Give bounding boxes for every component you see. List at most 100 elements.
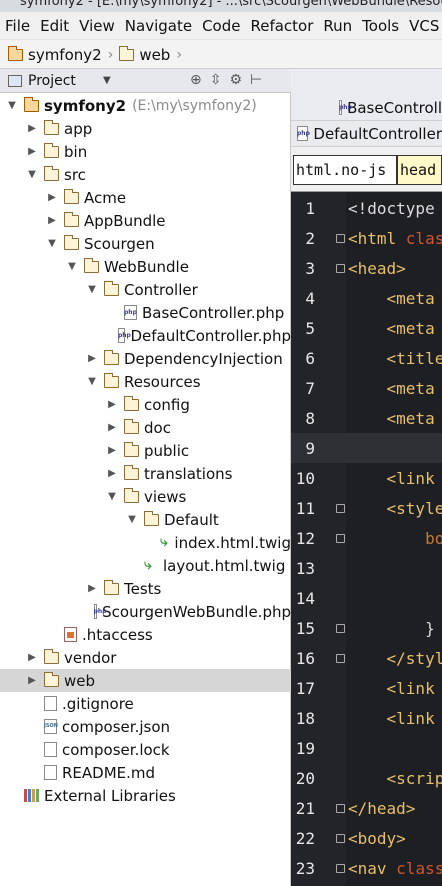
tree-item[interactable]: ▶ translations [0, 462, 291, 485]
tree-item[interactable]: ▶ Acme [0, 186, 291, 209]
breadcrumb-item-symfony2[interactable]: symfony2 › [7, 45, 113, 64]
code-line[interactable]: 19 [291, 733, 442, 763]
code-line[interactable]: 14 [291, 583, 442, 613]
fold-marker-icon[interactable] [336, 833, 345, 843]
tree-item[interactable]: composer.lock [0, 738, 291, 761]
collapse-arrow-icon[interactable]: ▶ [106, 399, 118, 410]
code-editor[interactable]: 1 <!doctype 2 <html clas 3 <head> 4 <meta 5 <me… [291, 192, 442, 886]
code-line[interactable]: 1 <!doctype [291, 193, 442, 223]
code-line[interactable]: 6 <title [291, 343, 442, 373]
tree-item[interactable]: ▶ DependencyInjection [0, 347, 291, 370]
collapse-arrow-icon[interactable]: ▶ [26, 675, 38, 686]
collapse-arrow-icon[interactable]: ▶ [106, 422, 118, 433]
code-line[interactable]: 7 <meta [291, 373, 442, 403]
menu-edit[interactable]: Edit [35, 17, 74, 35]
tree-item[interactable]: ⤷ layout.html.twig [0, 554, 291, 577]
collapse-arrow-icon[interactable]: ▶ [86, 583, 98, 594]
menu-run[interactable]: Run [318, 17, 357, 35]
expand-arrow-icon[interactable]: ▼ [66, 261, 78, 272]
menu-navigate[interactable]: Navigate [120, 17, 197, 35]
expand-arrow-icon[interactable]: ▼ [6, 100, 18, 111]
code-line[interactable]: 10 <link [291, 463, 442, 493]
tree-item[interactable]: ▶ vendor [0, 646, 291, 669]
tree-item[interactable]: composer.json [0, 715, 291, 738]
tree-item[interactable]: BaseController.php [0, 301, 291, 324]
collapse-arrow-icon[interactable]: ▶ [26, 146, 38, 157]
expand-arrow-icon[interactable]: ▼ [86, 376, 98, 387]
menu-code[interactable]: Code [197, 17, 245, 35]
collapse-arrow-icon[interactable]: ▶ [46, 215, 58, 226]
tree-item[interactable]: .htaccess [0, 623, 291, 646]
code-line[interactable]: 13 [291, 553, 442, 583]
dropdown-arrow-icon[interactable]: ▼ [103, 75, 111, 86]
tree-item[interactable]: ▶ doc [0, 416, 291, 439]
tree-item[interactable]: ▶ config [0, 393, 291, 416]
target-icon[interactable]: ⊕ [190, 72, 202, 88]
menu-vcs[interactable]: VCS [404, 17, 442, 35]
code-line[interactable]: 21 </head> [291, 793, 442, 823]
code-breadcrumb-head[interactable]: head [397, 155, 442, 185]
hide-icon[interactable]: ⊢ [250, 72, 262, 88]
code-line[interactable]: 17 <link [291, 673, 442, 703]
expand-arrow-icon[interactable]: ▼ [86, 284, 98, 295]
code-breadcrumb-html[interactable]: html.no-js [293, 155, 397, 185]
expand-arrow-icon[interactable]: ▼ [106, 491, 118, 502]
tree-item[interactable]: DefaultController.php [0, 324, 291, 347]
code-line[interactable]: 8 <meta [291, 403, 442, 433]
code-line[interactable]: 11 <style [291, 493, 442, 523]
collapse-arrow-icon[interactable]: ▶ [86, 353, 98, 364]
tree-item[interactable]: ▼ Resources [0, 370, 291, 393]
fold-marker-icon[interactable] [336, 503, 345, 513]
code-line[interactable]: 23 <nav class [291, 853, 442, 883]
breadcrumb-item-web[interactable]: web › [118, 45, 182, 64]
tree-item[interactable]: ▶ bin [0, 140, 291, 163]
fold-marker-icon[interactable] [336, 233, 345, 243]
tree-item[interactable]: ▼ Default [0, 508, 291, 531]
menu-view[interactable]: View [74, 17, 120, 35]
code-line[interactable]: 12 bo [291, 523, 442, 553]
collapse-arrow-icon[interactable]: ▶ [26, 123, 38, 134]
tree-item[interactable]: ▼ Scourgen [0, 232, 291, 255]
fold-marker-icon[interactable] [336, 653, 345, 663]
menu-tools[interactable]: Tools [357, 17, 404, 35]
code-line[interactable]: 18 <link [291, 703, 442, 733]
menu-refactor[interactable]: Refactor [245, 17, 318, 35]
tree-item[interactable]: ScourgenWebBundle.php [0, 600, 291, 623]
collapse-arrow-icon[interactable]: ▶ [106, 468, 118, 479]
fold-marker-icon[interactable] [336, 533, 345, 543]
collapse-icon[interactable]: ⇳ [210, 72, 222, 88]
tree-item[interactable]: ▼ views [0, 485, 291, 508]
code-line[interactable]: 5 <meta [291, 313, 442, 343]
menu-file[interactable]: File [0, 17, 35, 35]
code-line[interactable]: 9 [291, 433, 442, 463]
tree-item[interactable]: ▶ AppBundle [0, 209, 291, 232]
code-line[interactable]: 4 <meta [291, 283, 442, 313]
tree-item[interactable]: ⤷ index.html.twig [0, 531, 291, 554]
tree-item[interactable]: ▼ WebBundle [0, 255, 291, 278]
fold-marker-icon[interactable] [336, 263, 345, 273]
collapse-arrow-icon[interactable]: ▶ [26, 652, 38, 663]
expand-arrow-icon[interactable]: ▼ [26, 169, 38, 180]
project-tree[interactable]: ▼ symfony2 (E:\my\symfony2) ▶ app ▶ bin ▼ src ▶ Ac… [0, 93, 291, 886]
collapse-arrow-icon[interactable]: ▶ [106, 445, 118, 456]
gear-icon[interactable]: ⚙ [229, 72, 242, 88]
tree-item[interactable]: .gitignore [0, 692, 291, 715]
tree-item[interactable]: ▼ symfony2 (E:\my\symfony2) [0, 94, 291, 117]
code-line[interactable]: 22 <body> [291, 823, 442, 853]
fold-marker-icon[interactable] [336, 623, 345, 633]
tree-item[interactable]: ▶ Tests [0, 577, 291, 600]
tree-item[interactable]: README.md [0, 761, 291, 784]
tab-default-controller[interactable]: DefaultController [291, 121, 442, 147]
tree-item[interactable]: ▶ web [0, 669, 291, 692]
code-line[interactable]: 3 <head> [291, 253, 442, 283]
tab-base-controller[interactable]: BaseControll [291, 95, 442, 121]
collapse-arrow-icon[interactable]: ▶ [46, 192, 58, 203]
tree-item[interactable]: ▶ app [0, 117, 291, 140]
tree-item[interactable]: ▶ public [0, 439, 291, 462]
expand-arrow-icon[interactable]: ▼ [126, 514, 138, 525]
code-line[interactable]: 20 <scrip [291, 763, 442, 793]
code-line[interactable]: 15 } [291, 613, 442, 643]
fold-marker-icon[interactable] [336, 803, 345, 813]
fold-marker-icon[interactable] [336, 863, 345, 873]
tree-item[interactable]: ▼ src [0, 163, 291, 186]
